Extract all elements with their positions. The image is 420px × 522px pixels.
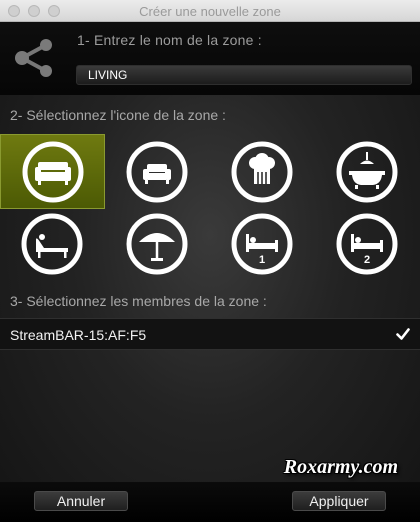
bathtub-shower-icon bbox=[336, 141, 398, 203]
window-title: Créer une nouvelle zone bbox=[139, 4, 281, 19]
zone-name-section: 1- Entrez le nom de la zone : bbox=[0, 22, 420, 95]
watermark: Roxarmy.com bbox=[283, 456, 398, 478]
zone-icon-option-parasol[interactable] bbox=[119, 206, 195, 282]
sofa-small-icon bbox=[126, 141, 188, 203]
bed-2-icon: 2 bbox=[336, 213, 398, 275]
zone-icon-option-sofa-large[interactable] bbox=[0, 134, 105, 209]
cancel-button[interactable]: Annuler bbox=[34, 491, 128, 511]
list-item[interactable]: StreamBAR-15:AF:F5 bbox=[0, 318, 420, 350]
create-zone-window: Créer une nouvelle zone 1- Entrez le nom… bbox=[0, 0, 420, 522]
sun-lounger-icon bbox=[21, 213, 83, 275]
bed-1-icon: 1 bbox=[231, 213, 293, 275]
zone-icon-option-bed-1[interactable]: 1 bbox=[224, 206, 300, 282]
chef-hat-icon bbox=[231, 141, 293, 203]
apply-button[interactable]: Appliquer bbox=[292, 491, 386, 511]
checkmark-icon[interactable] bbox=[396, 327, 410, 341]
zone-icon-option-bed-2[interactable]: 2 bbox=[329, 206, 405, 282]
share-icon bbox=[15, 39, 52, 77]
zone-members-label: 3- Sélectionnez les membres de la zone : bbox=[10, 293, 267, 309]
sofa-large-icon bbox=[22, 141, 83, 202]
bed-number-label: 2 bbox=[364, 254, 370, 266]
title-bar: Créer une nouvelle zone bbox=[0, 0, 420, 22]
zone-icon-option-lounger[interactable] bbox=[14, 206, 90, 282]
member-name: StreamBAR-15:AF:F5 bbox=[10, 327, 147, 343]
zone-icon-label: 2- Sélectionnez l'icone de la zone : bbox=[10, 107, 226, 123]
bed-number-label: 1 bbox=[259, 254, 265, 266]
zone-name-label: 1- Entrez le nom de la zone : bbox=[77, 32, 262, 48]
zone-name-input[interactable] bbox=[76, 65, 412, 85]
zone-icon-option-sofa-small[interactable] bbox=[119, 134, 195, 210]
parasol-icon bbox=[126, 213, 188, 275]
zone-icon-option-chef-hat[interactable] bbox=[224, 134, 300, 210]
zone-icon-option-bathtub[interactable] bbox=[329, 134, 405, 210]
footer: Annuler Appliquer bbox=[0, 482, 420, 522]
